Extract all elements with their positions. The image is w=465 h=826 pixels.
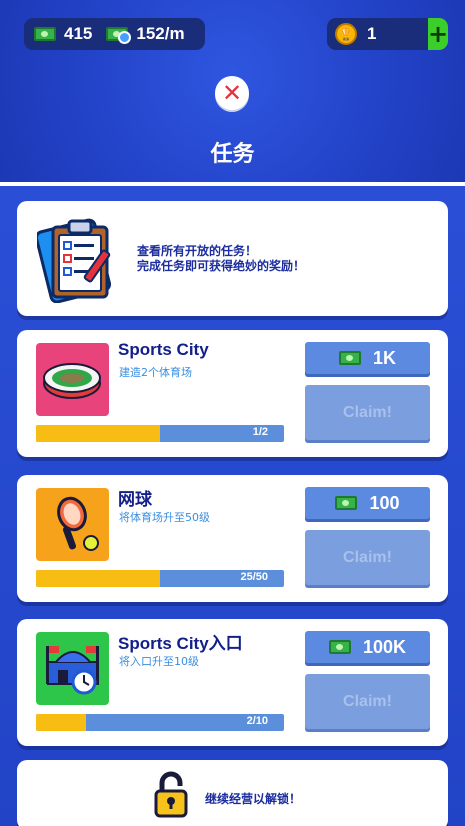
close-button[interactable]: ✕ (215, 76, 249, 110)
page-title: 任务 (210, 142, 255, 167)
intro-line-2: 完成任务即可获得绝妙的奖励！ (137, 259, 306, 273)
quest-description: 将体育场升至50级 (119, 511, 210, 524)
cash-icon (335, 496, 358, 510)
quest-progress-fill (36, 570, 160, 587)
quest-title: Sports City入口 (118, 634, 243, 653)
quest-description: 将入口升至10级 (119, 655, 199, 668)
stadium-icon (36, 343, 109, 416)
quest-progress-bar: 2/10 (36, 714, 284, 731)
quest-title: Sports City (118, 340, 209, 359)
quest-card: Sports City 建造2个体育场 1/2 1K Claim! (17, 330, 448, 457)
claim-button[interactable]: Claim! (305, 530, 430, 585)
cash-amount: 415 (64, 24, 93, 43)
locked-quest-card: 继续经营以解锁！ (17, 760, 448, 826)
intro-text: 查看所有开放的任务！ 完成任务即可获得绝妙的奖励！ (137, 244, 305, 274)
quest-card: 网球 将体育场升至50级 25/50 100 Claim! (17, 475, 448, 602)
quest-progress-text: 2/10 (246, 715, 268, 727)
claim-button[interactable]: Claim! (305, 385, 430, 440)
quest-reward: 100K (305, 631, 430, 663)
reward-amount: 100 (369, 492, 400, 513)
quest-progress-fill (36, 425, 160, 442)
quest-progress-bar: 25/50 (36, 570, 284, 587)
cash-icon (34, 27, 56, 41)
quest-progress-bar: 1/2 (36, 425, 284, 442)
quest-progress-text: 1/2 (252, 426, 268, 438)
quest-progress-fill (36, 714, 86, 731)
intro-card: 查看所有开放的任务！ 完成任务即可获得绝妙的奖励！ (17, 201, 448, 316)
quest-reward: 100 (305, 487, 430, 519)
quest-description: 建造2个体育场 (119, 366, 192, 379)
padlock-icon (154, 771, 188, 818)
trophy-count: 1 (367, 24, 377, 43)
quest-progress-text: 25/50 (240, 571, 268, 583)
currency-bar: 415 152/m (24, 18, 205, 50)
income-rate-icon (106, 27, 132, 44)
reward-amount: 100K (362, 636, 407, 657)
trophy-bar: 🏆 1 + (327, 18, 448, 50)
tennis-racket-icon (36, 488, 109, 561)
quest-card: Sports City入口 将入口升至10级 2/10 100K Claim! (17, 619, 448, 746)
intro-line-1: 查看所有开放的任务！ (137, 244, 258, 258)
entrance-gate-icon (36, 632, 109, 705)
clipboard-checklist-icon (37, 218, 112, 303)
income-rate: 152/m (136, 24, 185, 43)
quest-title: 网球 (118, 490, 152, 509)
add-trophy-button[interactable]: + (428, 18, 448, 50)
reward-amount: 1K (372, 347, 396, 368)
locked-message: 继续经营以解锁！ (205, 792, 302, 806)
trophy-icon: 🏆 (335, 23, 357, 45)
cash-icon (338, 351, 361, 365)
claim-button[interactable]: Claim! (305, 674, 430, 729)
cash-icon (328, 640, 351, 654)
quest-reward: 1K (305, 342, 430, 374)
close-icon: ✕ (221, 79, 243, 107)
